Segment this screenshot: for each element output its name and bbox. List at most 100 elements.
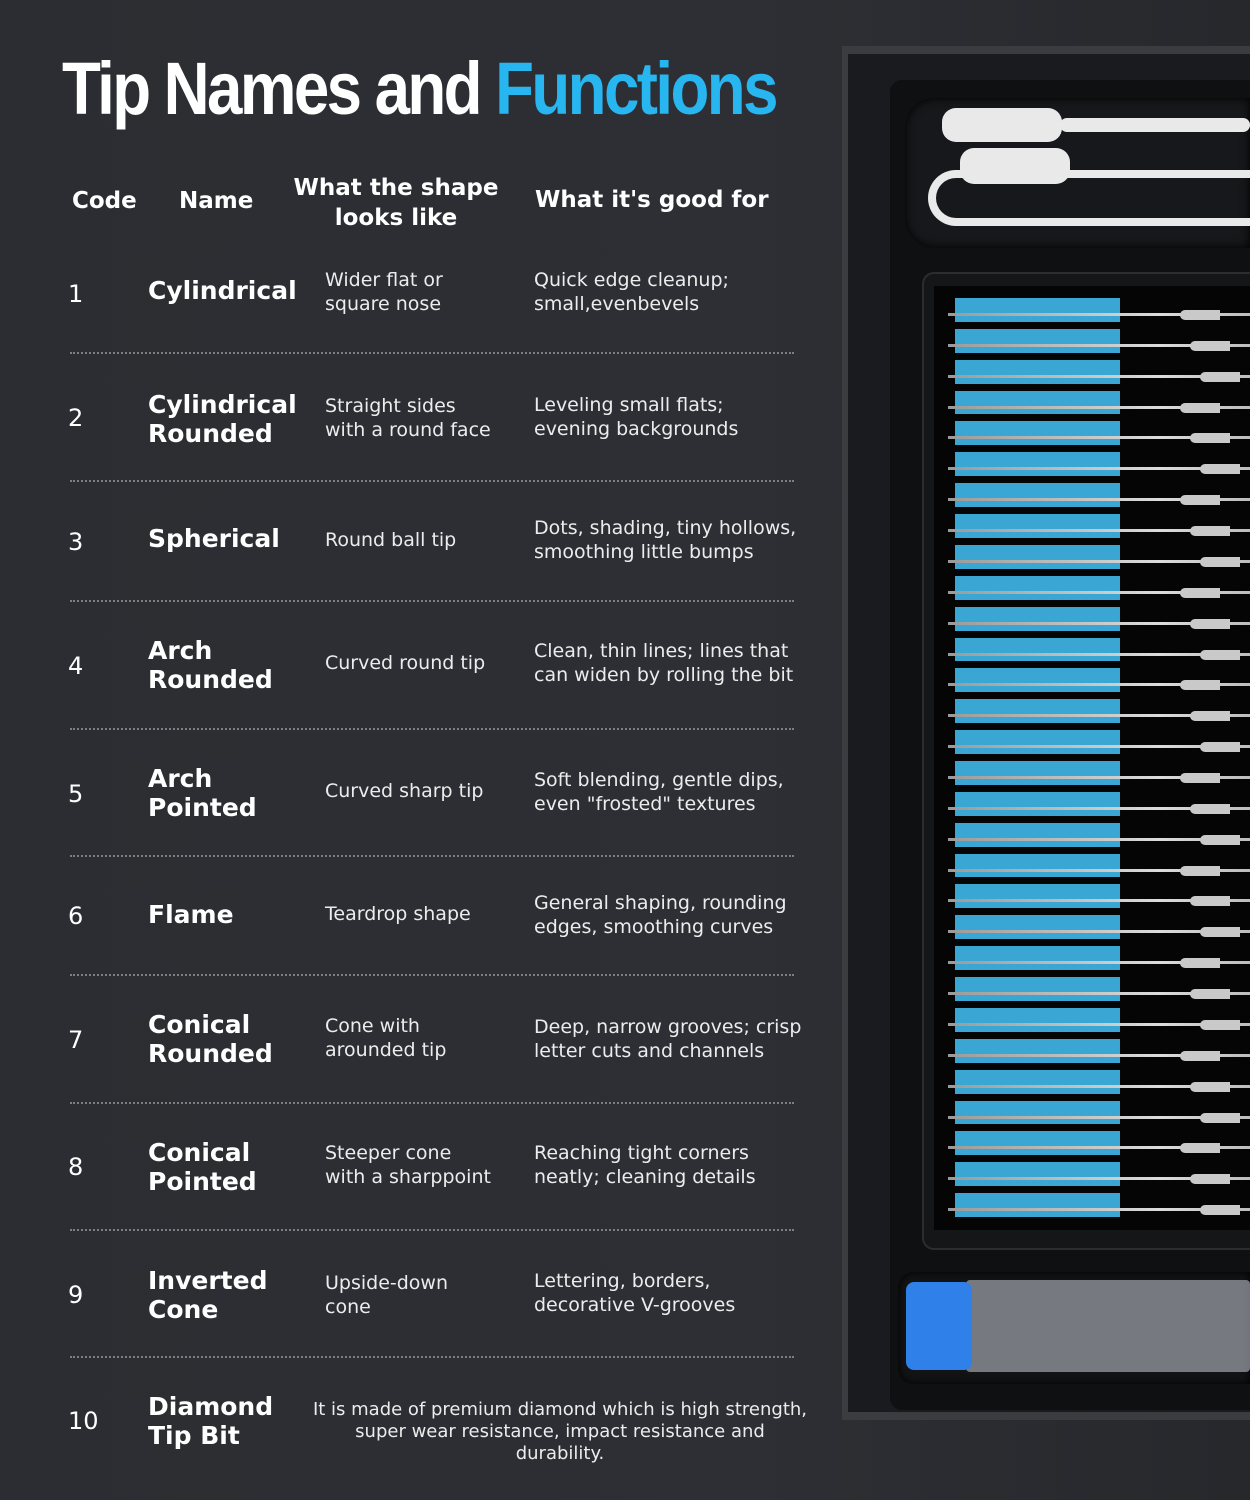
row-shape: Wider flat or square nose	[325, 268, 525, 316]
foam-slot	[955, 390, 1120, 415]
row-desc-line1: It is made of premium diamond which is h…	[312, 1399, 808, 1420]
diamond-bit-tip	[1200, 371, 1240, 382]
usb-cable-plug	[942, 108, 1062, 142]
diamond-bit-tip	[1180, 680, 1220, 691]
foam-slot	[955, 977, 1120, 1001]
diamond-bit-tip	[1190, 896, 1230, 907]
foam-slot	[955, 575, 1120, 600]
row-name-line1: Inverted	[148, 1266, 268, 1295]
table-row: 4 Arch Rounded Curved round tip Clean, th…	[60, 636, 800, 696]
diamond-bit-tip	[1180, 1143, 1220, 1154]
table-row: 6 Flame Teardrop shape General shaping, …	[60, 890, 800, 950]
row-separator	[70, 600, 794, 602]
row-good-line1: Reaching tight corners	[534, 1142, 749, 1164]
diamond-bit-tip	[1190, 711, 1230, 722]
diamond-bit-tip	[1200, 1205, 1240, 1216]
row-shape-line2: arounded tip	[325, 1039, 447, 1061]
diamond-bit-tip	[1200, 1112, 1240, 1123]
row-good-for: Soft blending, gentle dips, even "frosted…	[534, 768, 814, 816]
row-separator	[70, 855, 794, 857]
foam-slot	[955, 1131, 1120, 1156]
row-good-for: Quick edge cleanup; small,evenbevels	[534, 268, 814, 316]
row-name-line2: Tip Bit	[148, 1421, 240, 1450]
table-row: 5 Arch Pointed Curved sharp tip Soft blen…	[60, 764, 800, 824]
diamond-bit-tip	[1200, 742, 1240, 753]
row-name-line2: Rounded	[148, 665, 273, 694]
row-good-for: Clean, thin lines; lines that can widen b…	[534, 639, 814, 687]
table-row: 9 Inverted Cone Upside-down cone Lettering…	[60, 1266, 800, 1326]
table-row: 10 Diamond Tip Bit It is made of premium …	[60, 1392, 807, 1464]
diamond-bit-tip	[1180, 1050, 1220, 1061]
table-row: 1 Cylindrical Wider flat or square nose Q…	[60, 268, 800, 328]
diamond-bit-tip	[1190, 989, 1230, 1000]
table-row: 3 Spherical Round ball tip Dots, shading…	[60, 516, 800, 576]
foam-slot	[955, 1100, 1120, 1125]
row-shape-line1: Straight sides	[325, 395, 456, 417]
row-code: 6	[68, 902, 84, 930]
blue-bit-holder-cap	[906, 1282, 972, 1370]
row-good-for: Dots, shading, tiny hollows, smoothing li…	[534, 516, 814, 564]
header-shape: What the shape looks like	[286, 173, 506, 233]
row-name-line2: Rounded	[148, 419, 273, 448]
row-good-line1: Leveling small flats;	[534, 394, 724, 416]
row-shape: Straight sides with a round face	[325, 394, 525, 442]
foam-slot	[955, 544, 1120, 569]
row-shape-line1: Round ball tip	[325, 529, 457, 551]
row-name: Inverted Cone	[148, 1266, 298, 1324]
row-name-line2: Rounded	[148, 1039, 273, 1068]
foam-slot	[955, 514, 1120, 538]
diamond-bit-tip	[1190, 803, 1230, 814]
row-shape-line1: Cone with	[325, 1015, 420, 1037]
foam-slot	[955, 483, 1120, 508]
title-part-blue: Functions	[495, 47, 778, 130]
foam-slot	[955, 730, 1120, 754]
row-shape: Round ball tip	[325, 528, 525, 552]
row-separator	[70, 480, 794, 482]
row-name-line2: Pointed	[148, 793, 257, 822]
diamond-bit-tip	[1190, 1174, 1230, 1185]
foam-slot	[955, 822, 1120, 847]
row-shape: Cone with arounded tip	[325, 1014, 525, 1062]
row-shape-line2: square nose	[325, 293, 442, 315]
diamond-bit-tip	[1180, 587, 1220, 598]
row-name: Flame	[148, 900, 298, 929]
foam-slot	[955, 668, 1120, 693]
foam-slot	[955, 1007, 1120, 1032]
row-good-line2: decorative V-grooves	[534, 1294, 736, 1316]
row-shape-line1: Upside-down	[325, 1272, 449, 1294]
diamond-bit-tip	[1180, 772, 1220, 783]
foam-slot	[955, 452, 1120, 477]
row-description: It is made of premium diamond which is h…	[310, 1399, 810, 1465]
row-good-line1: Quick edge cleanup;	[534, 269, 729, 291]
row-good-line2: can widen by rolling the bit	[534, 664, 794, 686]
foam-slot	[955, 699, 1120, 724]
row-code: 5	[68, 780, 84, 808]
row-good-line2: even "frosted" textures	[534, 793, 756, 815]
row-good-line1: Dots, shading, tiny hollows,	[534, 517, 797, 539]
row-good-for: Lettering, borders, decorative V-grooves	[534, 1269, 814, 1317]
diamond-bit-tip	[1200, 556, 1240, 567]
diamond-bit-tip	[1200, 464, 1240, 475]
row-code: 9	[68, 1281, 84, 1309]
row-code: 1	[68, 280, 84, 308]
foam-slot	[955, 915, 1120, 940]
row-good-line2: smoothing little bumps	[534, 541, 754, 563]
diamond-bit-tip	[1190, 340, 1230, 351]
foam-slot	[955, 328, 1120, 353]
page: Tip Names and Functions Code Name What t…	[0, 0, 1250, 1500]
diamond-bit-tip	[1180, 402, 1220, 413]
row-code: 10	[68, 1407, 99, 1435]
usb-cable-loop	[928, 170, 1250, 226]
row-shape-line1: Teardrop shape	[325, 903, 471, 925]
row-name-line1: Cylindrical	[148, 276, 297, 305]
row-shape-line2: cone	[325, 1296, 371, 1318]
foam-slot	[955, 1193, 1120, 1217]
row-name-line2: Pointed	[148, 1167, 257, 1196]
row-name-line1: Cylindrical	[148, 390, 297, 419]
row-good-line2: evening backgrounds	[534, 418, 739, 440]
row-separator	[70, 1102, 794, 1104]
row-good-for: Reaching tight corners neatly; cleaning d…	[534, 1141, 814, 1189]
foam-slot	[955, 853, 1120, 878]
row-code: 8	[68, 1153, 84, 1181]
row-good-line1: Deep, narrow grooves; crisp	[534, 1016, 802, 1038]
